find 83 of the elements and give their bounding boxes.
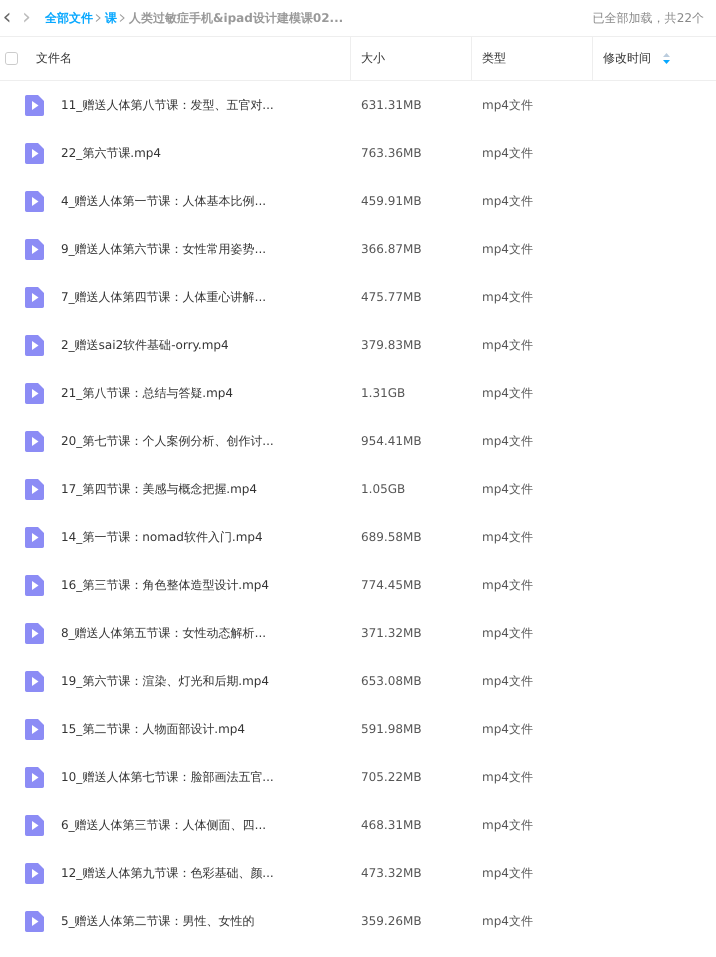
file-size: 1.05GB <box>360 482 406 496</box>
file-name[interactable]: 2_赠送sai2软件基础-orry.mp4 <box>61 336 229 354</box>
file-name[interactable]: 11_赠送人体第八节课：发型、五官对... <box>61 96 274 114</box>
file-size: 459.91MB <box>360 194 423 208</box>
file-name[interactable]: 15_第二节课：人物面部设计.mp4 <box>61 720 246 738</box>
file-name[interactable]: 4_赠送人体第一节课：人体基本比例... <box>61 192 266 210</box>
video-file-icon <box>25 814 44 836</box>
file-name[interactable]: 7_赠送人体第四节课：人体重心讲解... <box>61 288 266 306</box>
file-type: mp4文件 <box>481 336 534 354</box>
file-size: 954.41MB <box>360 434 423 448</box>
file-type: mp4文件 <box>481 192 534 210</box>
file-size: 359.26MB <box>360 914 423 928</box>
file-size: 366.87MB <box>360 242 423 256</box>
file-name[interactable]: 17_第四节课：美感与概念把握.mp4 <box>61 480 258 498</box>
back-button[interactable]: ‹ <box>0 7 14 29</box>
file-name[interactable]: 10_赠送人体第七节课：脸部画法五官... <box>61 768 274 786</box>
file-name[interactable]: 14_第一节课：nomad软件入门.mp4 <box>61 528 263 546</box>
sort-icon[interactable] <box>663 53 670 64</box>
file-size: 774.45MB <box>360 578 423 592</box>
video-file-icon <box>25 430 44 452</box>
file-type: mp4文件 <box>481 720 534 738</box>
video-file-icon <box>25 670 44 692</box>
column-header[interactable]: 大小 <box>350 37 471 80</box>
file-type: mp4文件 <box>481 288 534 306</box>
video-file-icon <box>25 478 44 500</box>
file-type: mp4文件 <box>481 816 534 834</box>
file-size: 631.31MB <box>360 98 423 112</box>
video-file-icon <box>25 766 44 788</box>
video-file-icon <box>25 142 44 164</box>
video-file-icon <box>25 190 44 212</box>
file-name[interactable]: 9_赠送人体第六节课：女性常用姿势... <box>61 240 266 258</box>
file-name[interactable]: 21_第八节课：总结与答疑.mp4 <box>61 384 234 402</box>
file-size: 653.08MB <box>360 674 423 688</box>
file-name[interactable]: 20_第七节课：个人案例分析、创作讨... <box>61 432 274 450</box>
video-file-icon <box>25 382 44 404</box>
file-type: mp4文件 <box>481 384 534 402</box>
file-name[interactable]: 12_赠送人体第九节课：色彩基础、颜... <box>61 864 274 882</box>
video-file-icon <box>25 334 44 356</box>
file-size: 371.32MB <box>360 626 423 640</box>
file-size: 591.98MB <box>360 722 423 736</box>
video-file-icon <box>25 238 44 260</box>
breadcrumb-item: 人类过敏症手机&ipad设计建模课02... <box>129 10 344 26</box>
file-type: mp4文件 <box>481 768 534 786</box>
video-file-icon <box>25 94 44 116</box>
file-size: 705.22MB <box>360 770 423 784</box>
file-type: mp4文件 <box>481 576 534 594</box>
file-size: 689.58MB <box>360 530 423 544</box>
file-size: 763.36MB <box>360 146 423 160</box>
file-size: 379.83MB <box>360 338 423 352</box>
load-status: 已全部加载，共22个 <box>592 10 705 26</box>
video-file-icon <box>25 622 44 644</box>
video-file-icon <box>25 718 44 740</box>
file-name[interactable]: 6_赠送人体第三节课：人体侧面、四... <box>61 816 266 834</box>
video-file-icon <box>25 862 44 884</box>
file-name[interactable]: 22_第六节课.mp4 <box>61 144 162 162</box>
file-type: mp4文件 <box>481 480 534 498</box>
file-type: mp4文件 <box>481 432 534 450</box>
file-name[interactable]: 19_第六节课：渲染、灯光和后期.mp4 <box>61 672 270 690</box>
column-header[interactable]: 文件名 <box>36 37 350 80</box>
file-type: mp4文件 <box>481 912 534 930</box>
file-size: 475.77MB <box>360 290 423 304</box>
file-size: 468.31MB <box>360 818 423 832</box>
file-name[interactable]: 16_第三节课：角色整体造型设计.mp4 <box>61 576 270 594</box>
video-file-icon <box>25 910 44 932</box>
file-type: mp4文件 <box>481 528 534 546</box>
file-type: mp4文件 <box>481 672 534 690</box>
file-type: mp4文件 <box>481 864 534 882</box>
video-file-icon <box>25 526 44 548</box>
select-all-checkbox[interactable] <box>5 52 18 65</box>
video-file-icon <box>25 574 44 596</box>
file-type: mp4文件 <box>481 624 534 642</box>
file-name[interactable]: 8_赠送人体第五节课：女性动态解析... <box>61 624 266 642</box>
file-type: mp4文件 <box>481 144 534 162</box>
column-header[interactable]: 类型 <box>471 37 592 80</box>
file-size: 473.32MB <box>360 866 423 880</box>
video-file-icon <box>25 286 44 308</box>
chevron-icon <box>95 14 101 22</box>
file-size: 1.31GB <box>360 386 406 400</box>
file-type: mp4文件 <box>481 96 534 114</box>
column-header[interactable]: 修改时间 <box>592 37 716 80</box>
file-type: mp4文件 <box>481 240 534 258</box>
file-name[interactable]: 5_赠送人体第二节课：男性、女性的 <box>61 912 255 930</box>
chevron-icon <box>119 14 125 22</box>
